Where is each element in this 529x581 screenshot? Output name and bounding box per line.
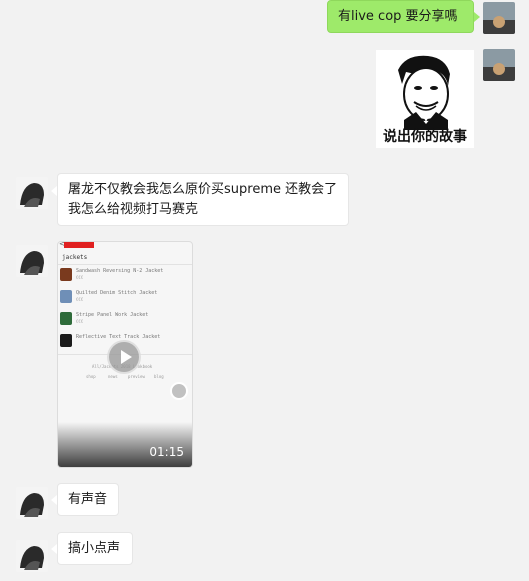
contact-avatar[interactable]: [16, 245, 48, 277]
mosaic-blur-icon: [170, 382, 188, 400]
list-item: Quilted Denim Stitch Jacket €€€: [60, 288, 190, 306]
message-bubble-received[interactable]: 屠龙不仅教会我怎么原价买supreme 还教会了我怎么给视频打马赛克: [57, 173, 349, 226]
item-name: Sandwash Reversing N-2 Jacket: [76, 268, 164, 274]
message-bubble-received[interactable]: 有声音: [57, 483, 119, 516]
footer-link: preview: [128, 374, 145, 379]
message-text: 有live cop 要分享嗎: [338, 9, 458, 24]
brand-logo: [64, 242, 94, 248]
user-avatar[interactable]: [483, 2, 515, 34]
jacket-thumbnail: [60, 312, 72, 325]
list-item: Sandwash Reversing N-2 Jacket €€€: [60, 266, 190, 284]
contact-avatar[interactable]: [16, 540, 48, 572]
item-name: Quilted Denim Stitch Jacket: [76, 290, 158, 296]
item-name: Stripe Panel Work Jacket: [76, 312, 149, 318]
message-text: 搞小点声: [68, 541, 121, 556]
contact-avatar[interactable]: [16, 177, 48, 209]
footer-link: shop: [86, 374, 96, 379]
message-text: 有声音: [68, 492, 108, 507]
contact-avatar[interactable]: [16, 487, 48, 519]
item-price: €€€: [76, 297, 84, 302]
video-message[interactable]: < jackets Sandwash Reversing N-2 Jacket …: [57, 241, 193, 468]
jacket-thumbnail: [60, 290, 72, 303]
meme-sticker[interactable]: 说出你的故事: [376, 50, 474, 148]
footer-link: blog: [154, 374, 164, 379]
user-avatar[interactable]: [483, 49, 515, 81]
list-item: Stripe Panel Work Jacket €€€: [60, 310, 190, 328]
divider: [58, 264, 192, 265]
item-price: €€€: [76, 319, 84, 324]
jacket-thumbnail: [60, 268, 72, 281]
item-price: €€€: [76, 275, 84, 280]
bubble-tail: [474, 12, 480, 22]
message-text: 屠龙不仅教会我怎么原价买supreme 还教会了我怎么给视频打马赛克: [68, 182, 338, 217]
video-duration: 01:15: [149, 445, 184, 459]
play-icon[interactable]: [107, 340, 141, 374]
message-bubble-sent[interactable]: 有live cop 要分享嗎: [327, 0, 474, 33]
message-bubble-received[interactable]: 搞小点声: [57, 532, 133, 565]
sticker-caption: 说出你的故事: [383, 129, 467, 145]
bubble-tail: [51, 495, 57, 505]
bubble-tail: [51, 186, 57, 196]
item-name: Reflective Text Track Jacket: [76, 334, 161, 340]
bubble-tail: [51, 544, 57, 554]
video-page-title: jackets: [62, 254, 88, 261]
footer-link: news: [108, 374, 118, 379]
jacket-thumbnail: [60, 334, 72, 347]
